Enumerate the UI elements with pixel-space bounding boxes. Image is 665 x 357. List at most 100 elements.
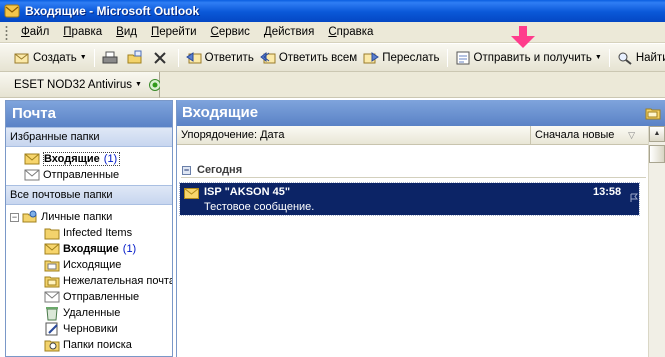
sent-icon bbox=[44, 291, 60, 303]
menu-item[interactable]: Файл bbox=[14, 24, 56, 40]
folder-item[interactable]: Нежелательная почта bbox=[44, 273, 172, 289]
message-subject: Тестовое сообщение. bbox=[204, 201, 315, 213]
separator bbox=[93, 48, 95, 67]
flag-icon[interactable] bbox=[629, 193, 639, 203]
move-to-folder-button[interactable] bbox=[124, 47, 149, 69]
sort-down-icon: ▽ bbox=[628, 129, 635, 140]
menu-item[interactable]: Действия bbox=[257, 24, 321, 40]
folder-personal-folders[interactable]: − Личные папки bbox=[10, 209, 172, 225]
all-folders-tree: − Личные папки Infected Items Входящие (1)… bbox=[6, 205, 172, 355]
message-list-scrollbar[interactable]: ▲ bbox=[648, 126, 665, 357]
column-header-bar: Упорядочение: Дата Сначала новые ▽ bbox=[177, 126, 665, 145]
window-title: Входящие - Microsoft Outlook bbox=[25, 4, 200, 18]
delete-icon bbox=[153, 51, 166, 64]
eset-toolbar: ESET NOD32 Antivirus▼ ▼ bbox=[0, 72, 179, 98]
junk-folder-icon bbox=[44, 276, 60, 288]
delete-button[interactable] bbox=[149, 47, 174, 69]
unread-envelope-icon bbox=[184, 188, 199, 199]
send-receive-icon bbox=[456, 51, 470, 64]
arrange-by-header[interactable]: Упорядочение: Дата bbox=[177, 126, 531, 144]
favorite-folder-item[interactable]: Входящие (1) bbox=[24, 151, 172, 167]
inbox-title: Входящие bbox=[182, 104, 259, 121]
standard-toolbar: Создать ▼ Ответить Ответить всем Пересла… bbox=[0, 44, 665, 72]
folder-label: Черновики bbox=[63, 323, 118, 335]
print-icon bbox=[102, 51, 118, 63]
scroll-thumb[interactable] bbox=[649, 145, 665, 163]
inbox-icon bbox=[44, 243, 60, 255]
message-sender: ISP "AKSON 45" bbox=[204, 186, 291, 198]
new-button[interactable]: Создать ▼ bbox=[11, 47, 90, 69]
scroll-up-icon[interactable]: ▲ bbox=[649, 126, 665, 142]
personal-folders-icon bbox=[22, 210, 37, 223]
folder-item[interactable]: Черновики bbox=[44, 321, 172, 337]
folder-item[interactable]: Infected Items bbox=[44, 225, 172, 241]
nav-pane-header: Почта bbox=[6, 101, 172, 127]
folder-label: Папки поиска bbox=[63, 339, 132, 351]
collapse-icon[interactable]: − bbox=[182, 165, 191, 175]
folder-label: Удаленные bbox=[63, 307, 121, 319]
unread-count: (1) bbox=[122, 243, 137, 255]
menu-item[interactable]: Сервис bbox=[204, 24, 257, 40]
inbox-folder-icon bbox=[645, 108, 661, 120]
inbox-header: Входящие bbox=[177, 100, 665, 126]
all-folders-section-title: Все почтовые папки bbox=[6, 185, 172, 205]
folder-item[interactable]: Исходящие bbox=[44, 257, 172, 273]
menu-bar: Файл Правка Вид Перейти Сервис Действия Справк… bbox=[0, 22, 665, 43]
reply-all-button[interactable]: Ответить всем bbox=[257, 47, 360, 69]
menu-item[interactable]: Справка bbox=[321, 24, 380, 40]
new-message-icon bbox=[14, 53, 29, 63]
folder-item[interactable]: Входящие (1) bbox=[44, 241, 172, 257]
message-time: 13:58 bbox=[593, 186, 622, 198]
toolbar-empty-area bbox=[160, 72, 665, 98]
deleted-icon bbox=[46, 307, 58, 321]
folder-label: Исходящие bbox=[63, 259, 122, 271]
favorite-folder-item[interactable]: Отправленные bbox=[24, 167, 172, 183]
folder-item[interactable]: Удаленные bbox=[44, 305, 172, 321]
folder-icon bbox=[44, 228, 60, 240]
separator bbox=[608, 48, 610, 67]
group-header-today[interactable]: − Сегодня bbox=[182, 164, 242, 176]
message-row[interactable]: ISP "AKSON 45" Тестовое сообщение. 13:58 bbox=[179, 182, 640, 216]
toolbar-grip[interactable] bbox=[5, 24, 8, 40]
favorites-folder-list: Входящие (1) Отправленные bbox=[6, 147, 172, 185]
favorites-section-title: Избранные папки bbox=[6, 127, 172, 147]
unread-count: (1) bbox=[103, 153, 118, 165]
chevron-down-icon: ▼ bbox=[135, 81, 142, 88]
sent-icon bbox=[24, 169, 40, 181]
title-bar: Входящие - Microsoft Outlook bbox=[0, 0, 665, 22]
inbox-pane: Входящие Упорядочение: Дата Сначала новы… bbox=[176, 100, 665, 357]
chevron-down-icon[interactable]: ▼ bbox=[595, 54, 602, 61]
separator bbox=[446, 48, 448, 67]
find-button[interactable]: Найти bbox=[614, 47, 665, 69]
print-button[interactable] bbox=[99, 47, 124, 69]
folder-label: Входящие bbox=[44, 153, 100, 165]
folder-item[interactable]: Отправленные bbox=[44, 289, 172, 305]
folder-item[interactable]: Папки поиска bbox=[44, 337, 172, 353]
separator bbox=[177, 48, 179, 67]
chevron-down-icon[interactable]: ▼ bbox=[80, 54, 87, 61]
reply-button[interactable]: Ответить bbox=[183, 47, 257, 69]
menu-item[interactable]: Перейти bbox=[144, 24, 204, 40]
outbox-icon bbox=[44, 260, 60, 272]
reply-all-icon bbox=[260, 51, 276, 63]
menu-item[interactable]: Вид bbox=[109, 24, 144, 40]
folder-label: Входящие bbox=[63, 243, 119, 255]
folder-label: Infected Items bbox=[63, 227, 133, 239]
group-divider bbox=[181, 177, 646, 178]
drafts-icon bbox=[45, 322, 58, 336]
forward-button[interactable]: Переслать bbox=[360, 47, 442, 69]
folder-label: Отправленные bbox=[63, 291, 140, 303]
inbox-icon bbox=[24, 153, 40, 165]
eset-menu-button[interactable]: ESET NOD32 Antivirus ▼ bbox=[11, 74, 145, 96]
find-icon bbox=[618, 52, 632, 65]
folder-label: Нежелательная почта bbox=[63, 275, 173, 287]
personal-folders-children: Infected Items Входящие (1) Исходящие Нежела… bbox=[10, 225, 172, 353]
annotation-arrow-icon bbox=[511, 26, 535, 48]
reply-icon bbox=[185, 51, 202, 63]
collapse-icon[interactable]: − bbox=[10, 212, 19, 222]
navigation-pane: Почта Избранные папки Входящие (1) Отправл… bbox=[5, 100, 173, 357]
folder-label: Отправленные bbox=[43, 169, 120, 181]
send-receive-button[interactable]: Отправить и получить ▼ bbox=[452, 47, 605, 69]
sort-order-header[interactable]: Сначала новые ▽ bbox=[531, 126, 637, 144]
menu-item[interactable]: Правка bbox=[56, 24, 109, 40]
